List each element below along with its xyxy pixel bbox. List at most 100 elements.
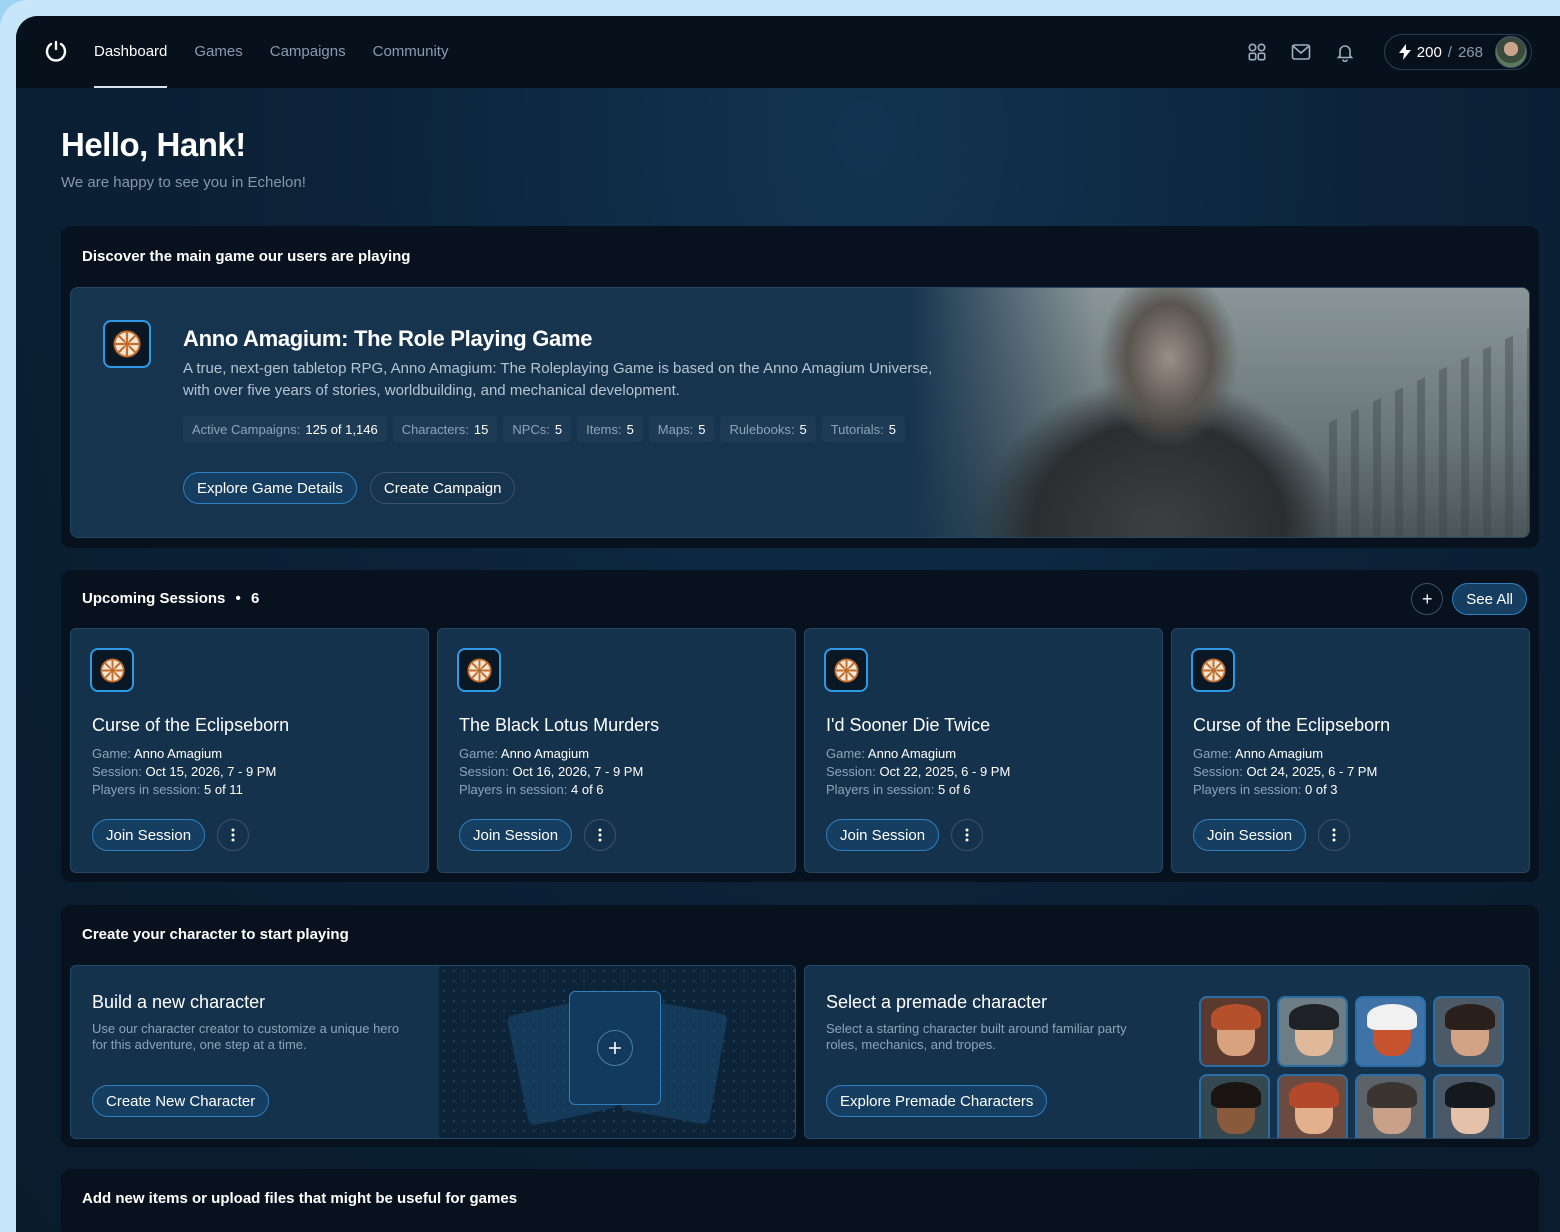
label-session: Session: — [826, 764, 876, 779]
add-character-card[interactable] — [569, 991, 661, 1105]
logo-icon[interactable] — [44, 40, 68, 64]
create-character-section-title: Create your character to start playing — [82, 926, 349, 943]
new-character-description: Use our character creator to customize a… — [92, 1021, 400, 1052]
add-session-button[interactable]: + — [1411, 583, 1444, 615]
stat-chip: NPCs: 5 — [503, 416, 572, 442]
nav-community[interactable]: Community — [373, 16, 449, 88]
join-session-button[interactable]: Join Session — [1193, 819, 1307, 851]
explore-game-details-button[interactable]: Explore Game Details — [183, 472, 357, 504]
more-options-icon[interactable] — [584, 819, 617, 851]
session-date: Oct 24, 2025, 6 - 7 PM — [1246, 764, 1378, 779]
session-card: Curse of the Eclipseborn Game: Anno Amag… — [70, 628, 429, 873]
session-card: The Black Lotus Murders Game: Anno Amagi… — [437, 628, 796, 873]
add-items-panel: Add new items or upload files that might… — [61, 1169, 1539, 1232]
join-session-button[interactable]: Join Session — [459, 819, 573, 851]
character-portrait[interactable] — [1277, 1074, 1348, 1138]
label-session: Session: — [459, 764, 509, 779]
sigil-icon — [99, 657, 125, 683]
stat-value: 125 of 1,146 — [305, 421, 378, 437]
session-title: I'd Sooner Die Twice — [826, 715, 991, 735]
session-actions: Join Session — [92, 819, 250, 851]
more-options-icon[interactable] — [951, 819, 984, 851]
game-logo — [103, 320, 151, 368]
game-logo — [90, 648, 134, 692]
session-date: Oct 15, 2026, 7 - 9 PM — [145, 764, 277, 779]
plus-icon — [597, 1030, 633, 1066]
session-actions: Join Session — [459, 819, 617, 851]
energy-current: 200 — [1416, 43, 1442, 61]
stat-value: 5 — [799, 421, 807, 437]
session-meta: Game: Anno Amagium Session: Oct 24, 2025… — [1193, 745, 1377, 799]
energy-separator: / — [1447, 43, 1452, 61]
see-all-button[interactable]: See All — [1452, 583, 1527, 615]
label-game: Game: — [92, 746, 132, 761]
energy-counter[interactable]: 200 / 268 — [1383, 34, 1532, 70]
session-game: Anno Amagium — [500, 746, 590, 761]
session-players: 5 of 11 — [204, 782, 243, 797]
page-subtitle: We are happy to see you in Echelon! — [61, 174, 306, 191]
stat-value: 5 — [554, 421, 563, 437]
stat-value: 5 — [888, 421, 896, 437]
featured-game-title: Anno Amagium: The Role Playing Game — [183, 326, 593, 351]
session-game: Anno Amagium — [867, 746, 957, 761]
featured-text: Anno Amagium: The Role Playing Game A tr… — [183, 326, 943, 504]
more-options-icon[interactable] — [217, 819, 250, 851]
nav-actions: 200 / 268 — [1246, 34, 1532, 70]
stat-value: 15 — [473, 421, 489, 437]
sigil-icon — [1200, 657, 1226, 683]
session-players: 4 of 6 — [571, 782, 604, 797]
session-meta: Game: Anno Amagium Session: Oct 16, 2026… — [459, 745, 643, 799]
character-portrait[interactable] — [1355, 996, 1426, 1067]
session-actions: Join Session — [1193, 819, 1351, 851]
session-title: The Black Lotus Murders — [459, 715, 660, 735]
more-options-icon[interactable] — [1318, 819, 1351, 851]
character-portrait[interactable] — [1355, 1074, 1426, 1138]
card-stack-artwork — [439, 966, 795, 1138]
featured-game-card: Anno Amagium: The Role Playing Game A tr… — [70, 287, 1530, 538]
energy-max: 268 — [1457, 43, 1483, 61]
session-actions: Join Session — [826, 819, 984, 851]
nav-campaigns[interactable]: Campaigns — [270, 16, 346, 88]
nav-links: Dashboard Games Campaigns Community — [94, 16, 448, 88]
stat-label: Characters: — [401, 421, 469, 437]
label-players: Players in session: — [92, 782, 201, 797]
stat-chip: Rulebooks: 5 — [720, 416, 816, 442]
character-portrait[interactable] — [1433, 996, 1504, 1067]
label-players: Players in session: — [1193, 782, 1302, 797]
add-items-section-title: Add new items or upload files that might… — [82, 1190, 518, 1207]
stat-label: Items: — [586, 421, 622, 437]
sessions-section-title: Upcoming Sessions • 6 — [82, 590, 259, 607]
nav-dashboard[interactable]: Dashboard — [94, 16, 168, 88]
bell-icon[interactable] — [1334, 41, 1356, 63]
app-frame: Dashboard Games Campaigns Community 200 … — [0, 0, 1560, 1232]
app-window: Dashboard Games Campaigns Community 200 … — [16, 16, 1560, 1232]
avatar[interactable] — [1495, 36, 1527, 68]
character-portrait[interactable] — [1199, 1074, 1270, 1138]
session-date: Oct 16, 2026, 7 - 9 PM — [512, 764, 644, 779]
join-session-button[interactable]: Join Session — [92, 819, 206, 851]
sessions-count: 6 — [250, 590, 260, 607]
apps-icon[interactable] — [1246, 41, 1268, 63]
label-game: Game: — [1193, 746, 1233, 761]
featured-section-title: Discover the main game our users are pla… — [82, 248, 411, 265]
character-portrait[interactable] — [1277, 996, 1348, 1067]
stat-chip: Active Campaigns: 125 of 1,146 — [183, 416, 387, 442]
session-meta: Game: Anno Amagium Session: Oct 22, 2025… — [826, 745, 1010, 799]
nav-games[interactable]: Games — [194, 16, 242, 88]
premade-character-title: Select a premade character — [826, 992, 1048, 1012]
session-game: Anno Amagium — [133, 746, 223, 761]
stat-value: 5 — [698, 421, 706, 437]
character-portrait[interactable] — [1433, 1074, 1504, 1138]
hero-artwork — [909, 288, 1529, 537]
character-portrait[interactable] — [1199, 996, 1270, 1067]
join-session-button[interactable]: Join Session — [826, 819, 940, 851]
session-card: I'd Sooner Die Twice Game: Anno Amagium … — [804, 628, 1163, 873]
create-campaign-button[interactable]: Create Campaign — [369, 472, 516, 504]
explore-premade-characters-button[interactable]: Explore Premade Characters — [826, 1085, 1048, 1117]
stat-label: Rulebooks: — [729, 421, 795, 437]
create-new-character-button[interactable]: Create New Character — [92, 1085, 270, 1117]
session-date: Oct 22, 2025, 6 - 9 PM — [879, 764, 1011, 779]
page-title: Hello, Hank! — [61, 126, 246, 163]
sigil-icon — [466, 657, 492, 683]
mail-icon[interactable] — [1290, 41, 1312, 63]
